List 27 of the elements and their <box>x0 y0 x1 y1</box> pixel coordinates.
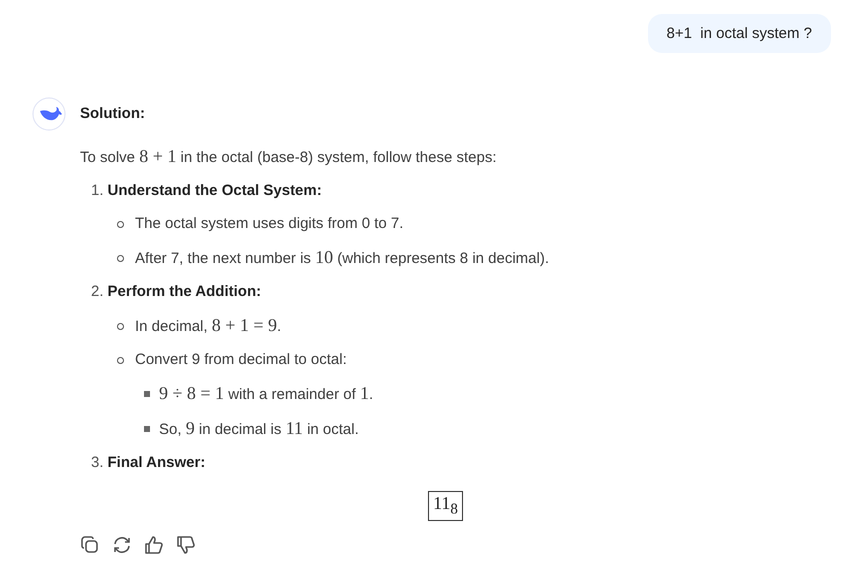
bullet-text: After 7, the next number is 10 (which represents 8 in decimal). <box>135 247 550 269</box>
bullet-icon <box>117 356 124 364</box>
solution-heading: Solution: <box>80 104 146 124</box>
step-number: 3. <box>91 453 104 473</box>
bullet-icon <box>144 391 150 397</box>
bullet-icon <box>117 322 124 330</box>
step-title: Perform the Addition: <box>108 282 262 302</box>
user-message: 8+1 in octal system ? <box>648 14 831 53</box>
boxed-answer: 11$_{8}$ <box>428 491 463 521</box>
step-number: 1. <box>91 181 104 201</box>
bullet-icon <box>144 426 150 432</box>
intro-paragraph: To solve 8 + 1 in the octal (base-8) system, follow these steps: <box>80 146 498 168</box>
thumbs-down-icon[interactable] <box>176 534 196 555</box>
step-title: Understand the Octal System: <box>108 181 322 201</box>
step-title: Final Answer: <box>108 453 206 473</box>
bullet-text: So, 9 in decimal is 11 in octal. <box>159 418 359 440</box>
thumbs-up-icon[interactable] <box>144 534 164 555</box>
whale-logo-icon <box>32 97 66 131</box>
bullet-text: Convert 9 from decimal to octal: <box>135 350 347 370</box>
bullet-icon <box>117 220 124 228</box>
bullet-text: 9 ÷ 8 = 1 with a remainder of 1. <box>159 383 374 405</box>
step-number: 2. <box>91 282 104 302</box>
bullet-icon <box>117 254 124 262</box>
bullet-text: In decimal, 8 + 1 = 9. <box>135 315 282 337</box>
refresh-icon[interactable] <box>112 534 132 555</box>
bullet-text: The octal system uses digits from 0 to 7. <box>135 214 404 234</box>
copy-icon[interactable] <box>80 534 100 555</box>
